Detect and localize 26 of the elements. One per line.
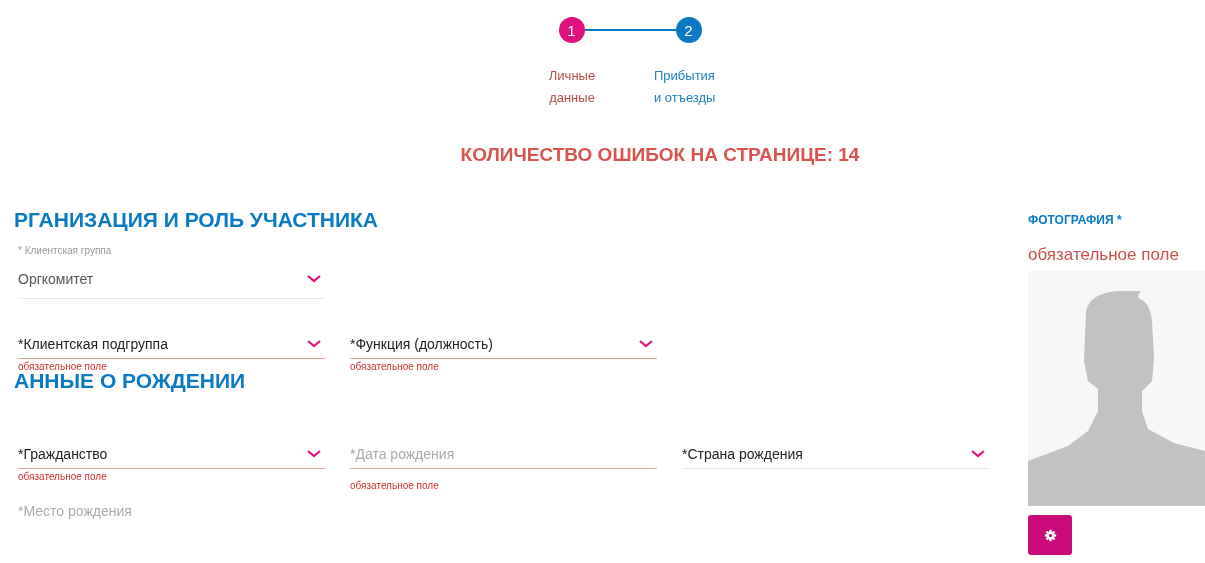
error-summary: КОЛИЧЕСТВО ОШИБОК НА СТРАНИЦЕ: 14 — [459, 144, 861, 166]
dropdown[interactable]: Оргкомитет — [18, 259, 325, 299]
error-message: обязательное поле — [350, 480, 440, 491]
chevron-down-icon — [971, 449, 985, 458]
dropdown[interactable]: *Клиентская подгруппа — [18, 329, 325, 359]
dropdown[interactable]: *Гражданство — [18, 439, 325, 469]
step-label[interactable]: Прибытия и отъезды — [654, 65, 722, 109]
settings-icon — [1043, 528, 1057, 542]
field-label: * Клиентская группа — [18, 245, 113, 258]
dropdown[interactable]: *Страна рождения — [682, 439, 989, 469]
error-message: обязательное поле — [350, 361, 440, 372]
error-message: обязательное поле — [18, 471, 108, 482]
step-number[interactable]: 2 — [675, 17, 702, 43]
settings-button[interactable] — [1028, 515, 1072, 555]
chevron-down-icon — [307, 274, 321, 283]
error-message: обязательное поле — [1028, 245, 1180, 265]
step-number[interactable]: 1 — [558, 17, 585, 43]
photo-title: ФОТОГРАФИЯ * — [1028, 213, 1123, 227]
chevron-down-icon — [307, 339, 321, 348]
error-message: обязательное поле — [18, 361, 108, 372]
dropdown[interactable]: *Функция (должность) — [350, 329, 657, 359]
step-label[interactable]: Личные данные — [538, 65, 606, 109]
section-title: АННЫЕ О РОЖДЕНИИ — [14, 369, 246, 393]
section-title: РГАНИЗАЦИЯ И РОЛЬ УЧАСТНИКА — [14, 208, 378, 232]
chevron-down-icon — [639, 339, 653, 348]
chevron-down-icon — [307, 449, 321, 458]
